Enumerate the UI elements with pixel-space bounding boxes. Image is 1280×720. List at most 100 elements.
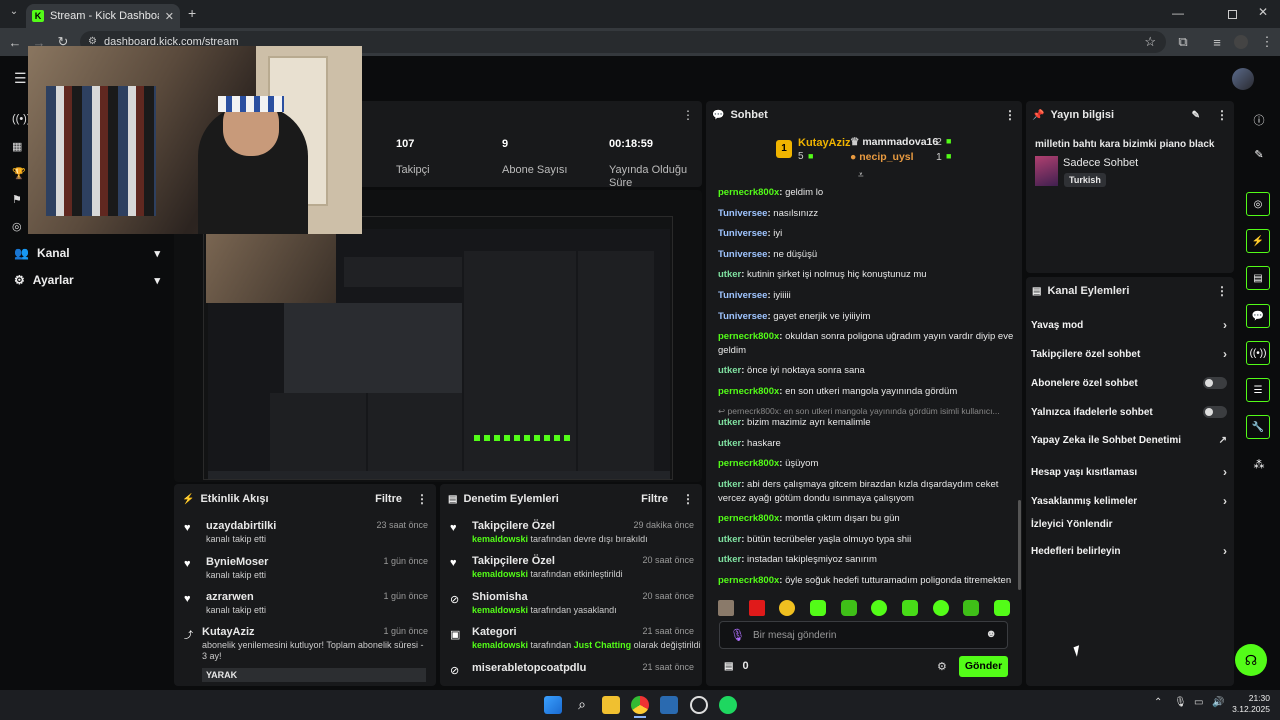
photos-icon[interactable] [660,696,678,714]
chat-message: pernecrk800x: okuldan sonra poligona uğr… [718,331,1014,356]
rail-broadcast-icon[interactable]: ((•)) [1246,341,1270,365]
spotify-icon[interactable] [719,696,737,714]
activity-filter-button[interactable]: Filtre [375,493,402,505]
action-followers-only[interactable]: Takipçilere özel sohbet › [1031,347,1227,361]
activity-menu-icon[interactable]: ⋮ [416,492,428,506]
close-tab-icon[interactable]: ✕ [165,10,174,23]
action-ai-moderation[interactable]: Yapay Zeka ile Sohbet Denetimi ↗ [1031,435,1227,446]
community-icon[interactable]: ⚑ [12,193,26,207]
subscribers-only-toggle[interactable] [1203,377,1227,389]
chat-input-box[interactable]: 🎙 Bir mesaj gönderin ☻ [719,621,1008,649]
channel-actions-menu-icon[interactable]: ⋮ [1216,284,1228,298]
microphone-tray-icon[interactable]: 🎙 [1174,697,1187,708]
emotes-only-toggle[interactable] [1203,406,1227,418]
analytics-icon[interactable]: ▦ [12,140,26,154]
volume-tray-icon[interactable]: 🔊 [1212,697,1224,708]
browser-menu-icon[interactable]: ⋮ [1258,33,1276,51]
kick-emote-icon[interactable] [932,600,949,616]
browser-tab[interactable]: K Stream - Kick Dashboard ✕ [26,4,180,28]
channel-points[interactable]: ▤ 0 [724,660,749,672]
heart-icon: ♥ [184,593,191,605]
back-icon[interactable]: ← [6,33,24,51]
stream-category[interactable]: Sadece Sohbet [1063,157,1138,169]
media-controls-icon[interactable]: ≡ [1208,33,1226,51]
rail-document-icon[interactable]: ▤ [1246,266,1270,290]
emote-icon[interactable] [779,600,796,616]
action-title: Kategori [472,626,517,638]
chat-scrollbar[interactable] [1018,500,1021,590]
leaderboard-second[interactable]: ♛ mammadova16 2 ■ [850,136,960,150]
action-account-age[interactable]: Hesap yaşı kısıtlaması › [1031,465,1227,479]
kick-emote-icon[interactable] [809,600,826,616]
info-icon[interactable]: ⓘ [1252,112,1266,127]
close-window-button[interactable]: ✕ [1258,5,1268,19]
stream-preview-video[interactable] [203,216,673,480]
chat-settings-icon[interactable]: ⚙ [937,660,947,673]
obs-icon[interactable] [690,696,708,714]
maximize-window-button[interactable] [1228,10,1237,19]
tray-chevron-icon[interactable]: ⌃ [1154,697,1162,708]
send-button[interactable]: Gönder [959,656,1008,677]
chat-message: pernecrk800x: üşüyom [718,458,819,469]
minimize-window-button[interactable]: — [1172,6,1184,20]
new-tab-button[interactable]: + [188,5,196,21]
action-detail: kemaldowski tarafından devre dışı bırakı… [472,534,648,544]
emoji-picker-icon[interactable]: ☻ [985,628,997,640]
extensions-icon[interactable]: ⧉ [1174,33,1192,51]
leaderboard-third[interactable]: ● necip_uysl 1 ■ [850,151,960,165]
chat-menu-icon[interactable]: ⋮ [1004,108,1016,122]
bookmark-star-icon[interactable]: ☆ [1144,34,1156,50]
kick-emote-icon[interactable] [871,600,888,616]
file-explorer-icon[interactable] [602,696,620,714]
share-icon[interactable]: ⁂ [1252,458,1266,472]
action-time: 21 saat önce [642,626,694,636]
action-goals[interactable]: Hedefleri belirleyin › [1031,544,1227,558]
rail-layout-icon[interactable]: ☰ [1246,378,1270,402]
microphone-icon[interactable]: 🎙 [730,628,745,642]
leaderboard-expand-icon[interactable]: ⩡ [858,170,864,181]
action-subscribers-only: Abonelere özel sohbet [1031,377,1227,389]
moderation-filter-button[interactable]: Filtre [641,493,668,505]
emote-icon[interactable] [718,600,734,616]
stream-info-menu-icon[interactable]: ⋮ [1216,108,1228,122]
edit-pencil-icon[interactable]: ✎ [1192,110,1200,121]
kick-emote-icon[interactable] [840,600,857,616]
rail-wrench-icon[interactable]: 🔧 [1246,415,1270,439]
stats-menu-icon[interactable]: ⋮ [682,108,694,122]
stat-value: 00:18:59 [609,138,654,150]
moderation-icon[interactable]: ◎ [12,220,26,234]
preview-nested-webcam [206,233,336,303]
stream-icon[interactable]: ((•)) [12,113,31,127]
activity-feed-header: ⚡ Etkinlik Akışı Filtre ⋮ [182,492,428,506]
chat-message: utker: abi ders çalışmaya gitcem birazda… [718,479,999,504]
search-icon[interactable]: ⌕ [573,696,591,714]
taskbar-clock[interactable]: 21:30 3.12.2025 [1230,693,1270,715]
rail-chat-icon[interactable]: 💬 [1246,304,1270,328]
action-slow-mode[interactable]: Yavaş mod › [1031,318,1227,332]
action-raid[interactable]: İzleyici Yönlendir [1031,519,1227,530]
kick-emote-icon[interactable] [963,600,980,616]
sidebar-item-ayarlar[interactable]: ⚙ Ayarlar ▾ [14,273,160,287]
resub-message: YARAK [202,668,426,682]
moderation-menu-icon[interactable]: ⋮ [682,492,694,506]
hamburger-menu-icon[interactable]: ☰ [14,70,27,87]
edit-icon[interactable]: ✎ [1252,148,1266,162]
action-banned-words[interactable]: Yasaklanmış kelimeler › [1031,494,1227,508]
support-headset-button[interactable]: ☊ [1235,644,1267,676]
kick-emote-icon[interactable] [901,600,918,616]
windows-start-icon[interactable] [544,696,562,714]
flag-emote-icon[interactable] [748,600,765,616]
gift-icon: ■ [808,151,814,161]
event-action: kanalı takip etti [206,570,267,580]
rail-lightning-icon[interactable]: ⚡ [1246,229,1270,253]
leaderboard-first[interactable]: 1 KutayAziz 5 ■ [776,136,851,166]
trophy-icon[interactable]: 🏆 [12,167,26,181]
sidebar-item-kanal[interactable]: 👥 Kanal ▾ [14,246,160,260]
chrome-icon[interactable] [631,696,649,714]
profile-avatar-icon[interactable] [1232,33,1250,51]
display-tray-icon[interactable]: ▭ [1194,697,1203,708]
rail-moderation-icon[interactable]: ◎ [1246,192,1270,216]
user-avatar[interactable] [1232,68,1254,90]
tab-search-button[interactable]: ⌄ [6,6,22,22]
kick-emote-icon[interactable] [993,600,1010,616]
